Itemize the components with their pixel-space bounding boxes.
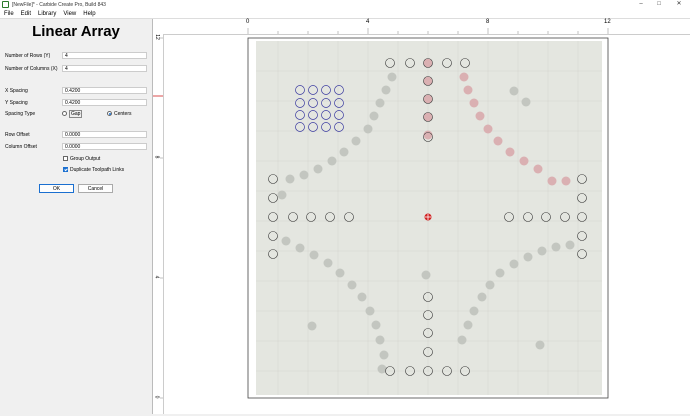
column-offset-label: Column Offset [5, 144, 37, 150]
gap-label[interactable]: Gap [69, 110, 83, 118]
menu-edit[interactable]: Edit [21, 11, 31, 17]
gap-radio[interactable] [62, 111, 67, 116]
left-ruler: 12 8 4 0 [153, 34, 164, 414]
menu-bar: File Edit Library View Help [0, 9, 690, 19]
row-offset-label: Row Offset [5, 132, 30, 138]
center-marker [424, 213, 432, 221]
minimize-icon[interactable]: – [634, 0, 648, 9]
menu-library[interactable]: Library [38, 11, 56, 17]
duplicate-links-label: Duplicate Toolpath Links [70, 167, 125, 173]
left-ruler-label: 12 [153, 34, 160, 40]
design-drawing[interactable] [164, 35, 690, 414]
y-spacing-input[interactable]: 0.4200 [62, 99, 147, 106]
cols-label: Number of Columns (X) [5, 66, 58, 72]
linear-array-panel: Linear Array Number of Rows (Y) 4 Number… [0, 19, 153, 414]
title-bar: [NewFile]* - Carbide Create Pro, Build 8… [0, 0, 690, 9]
left-ruler-label: 0 [153, 395, 160, 399]
spacing-type-label: Spacing Type [5, 111, 36, 117]
panel-title: Linear Array [32, 23, 120, 40]
top-ruler-label: 8 [486, 19, 490, 25]
ok-button[interactable]: OK [39, 184, 74, 193]
group-output-label: Group Output [70, 156, 101, 162]
cols-input[interactable]: 4 [62, 65, 147, 72]
cancel-button[interactable]: Cancel [78, 184, 113, 193]
top-ruler-label: 4 [366, 19, 370, 25]
centers-radio[interactable] [107, 111, 112, 116]
left-ruler-label: 4 [153, 275, 160, 279]
app-icon [2, 1, 9, 8]
top-ruler-label: 12 [604, 19, 611, 25]
column-offset-input[interactable]: 0.0000 [62, 143, 147, 150]
group-output-checkbox[interactable] [63, 156, 68, 161]
maximize-icon[interactable]: □ [652, 0, 666, 9]
rows-label: Number of Rows (Y) [5, 53, 51, 59]
top-ruler-label: 0 [246, 19, 250, 25]
row-offset-input[interactable]: 0.0000 [62, 131, 147, 138]
y-spacing-label: Y Spacing [5, 100, 28, 106]
menu-file[interactable]: File [4, 11, 14, 17]
duplicate-links-checkbox[interactable] [63, 167, 68, 172]
left-ruler-ticks [153, 37, 163, 399]
menu-help[interactable]: Help [83, 11, 95, 17]
left-ruler-label: 8 [153, 155, 160, 159]
top-ruler: 0 4 8 12 [153, 19, 690, 35]
x-spacing-input[interactable]: 0.4200 [62, 87, 147, 94]
x-spacing-label: X Spacing [5, 88, 28, 94]
menu-view[interactable]: View [63, 11, 76, 17]
window-title: [NewFile]* - Carbide Create Pro, Build 8… [12, 1, 106, 8]
close-icon[interactable]: ✕ [672, 0, 686, 9]
rows-input[interactable]: 4 [62, 52, 147, 59]
centers-label[interactable]: Centers [114, 111, 132, 117]
design-canvas[interactable] [164, 35, 690, 414]
